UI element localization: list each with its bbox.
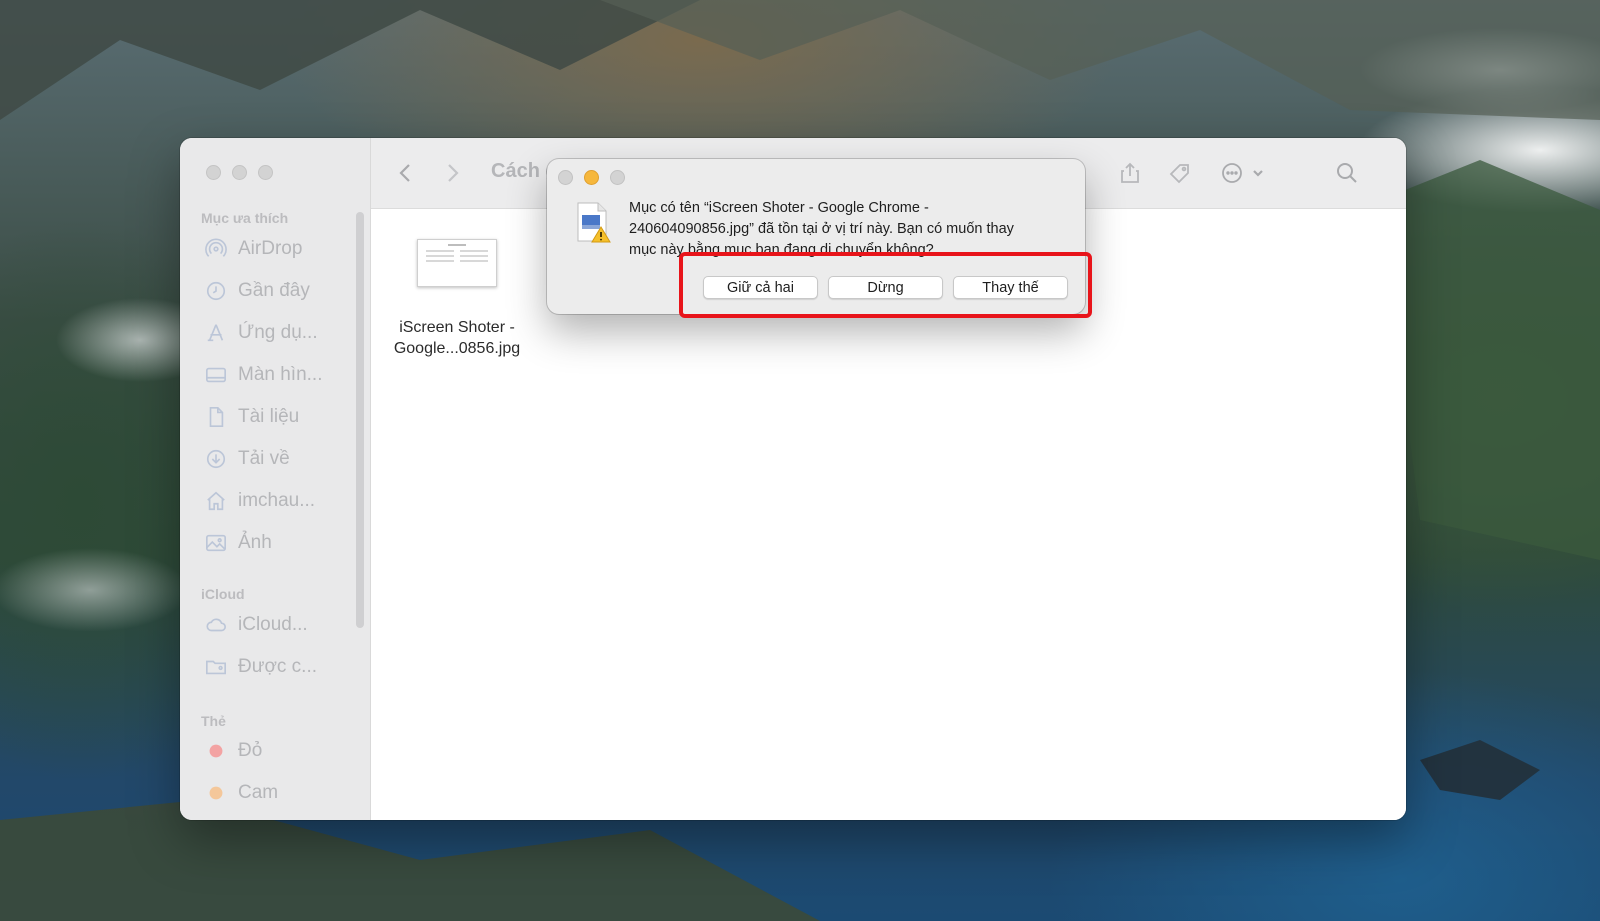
dialog-close-button[interactable]	[558, 170, 573, 185]
dialog-zoom-button[interactable]	[610, 170, 625, 185]
forward-button[interactable]	[437, 158, 467, 188]
sidebar-section-favorites: Mục ưa thích	[201, 210, 289, 226]
file-warning-icon	[577, 202, 611, 243]
shared-folder-icon	[204, 655, 228, 679]
sidebar-item-applications[interactable]: Ứng dụ...	[204, 318, 318, 348]
finder-sidebar: Mục ưa thích AirDrop Gần đây Ứng dụ... M…	[180, 138, 371, 820]
sidebar-item-label: Tải về	[238, 448, 290, 469]
sidebar-item-label: Màn hìn...	[238, 364, 323, 385]
sidebar-item-label: Ứng dụ...	[238, 322, 318, 343]
sidebar-item-label: Tài liệu	[238, 406, 300, 427]
sidebar-item-downloads[interactable]: Tải về	[204, 444, 290, 474]
sidebar-item-home[interactable]: imchau...	[204, 486, 315, 516]
share-icon	[1121, 162, 1139, 183]
file-item[interactable]: iScreen Shoter - Google...0856.jpg	[387, 239, 527, 359]
chevron-down-icon	[1253, 170, 1263, 177]
zoom-window-button[interactable]	[258, 165, 273, 180]
sidebar-item-label: Ảnh	[238, 532, 272, 553]
document-icon	[204, 405, 228, 429]
sidebar-item-label: Được c...	[238, 656, 318, 677]
cloud-icon	[204, 613, 228, 637]
ellipsis-circle-icon	[1222, 163, 1242, 183]
clock-icon	[204, 279, 228, 303]
chevron-right-icon	[448, 164, 459, 182]
tag-icon	[1169, 164, 1189, 184]
sidebar-item-label: imchau...	[238, 490, 316, 511]
sidebar-item-airdrop[interactable]: AirDrop	[204, 234, 302, 264]
sidebar-section-icloud: iCloud	[201, 586, 245, 602]
sidebar-section-tags: Thẻ	[201, 713, 226, 729]
home-icon	[204, 489, 228, 513]
sidebar-item-label: iCloud...	[238, 614, 308, 635]
photo-icon	[204, 531, 228, 555]
back-button[interactable]	[391, 158, 421, 188]
tag-dot-orange-icon	[204, 781, 228, 805]
more-actions-chevron[interactable]	[1243, 158, 1273, 188]
sidebar-item-label: Cam	[238, 782, 279, 803]
sidebar-item-label: Đỏ	[238, 740, 263, 761]
search-icon	[1337, 163, 1357, 183]
sidebar-item-documents[interactable]: Tài liệu	[204, 402, 299, 432]
desktop-icon	[204, 363, 228, 387]
download-icon	[204, 447, 228, 471]
sidebar-tag-red[interactable]: Đỏ	[204, 736, 262, 766]
minimize-window-button[interactable]	[232, 165, 247, 180]
dialog-message-line: Mục có tên “iScreen Shoter - Google Chro…	[629, 200, 929, 216]
close-window-button[interactable]	[206, 165, 221, 180]
search-button[interactable]	[1332, 158, 1362, 188]
sidebar-item-desktop[interactable]: Màn hìn...	[204, 360, 323, 390]
tag-button[interactable]	[1165, 158, 1195, 188]
applications-icon	[204, 321, 228, 345]
dialog-message-line: 240604090856.jpg” đã tồn tại ở vị trí nà…	[629, 221, 1014, 237]
file-thumbnail	[417, 239, 497, 287]
share-button[interactable]	[1115, 158, 1145, 188]
file-name: iScreen Shoter - Google...0856.jpg	[387, 317, 527, 359]
sidebar-scrollbar[interactable]	[356, 212, 364, 628]
sidebar-item-recents[interactable]: Gần đây	[204, 276, 310, 306]
chevron-left-icon	[399, 164, 410, 182]
sidebar-tag-orange[interactable]: Cam	[204, 778, 278, 808]
file-name-line: iScreen Shoter -	[399, 319, 515, 336]
sidebar-item-icloud-drive[interactable]: iCloud...	[204, 610, 308, 640]
sidebar-item-label: AirDrop	[238, 238, 303, 259]
tag-dot-red-icon	[204, 739, 228, 763]
dialog-minimize-button[interactable]	[584, 170, 599, 185]
airdrop-icon	[204, 237, 228, 261]
file-name-line: Google...0856.jpg	[393, 340, 521, 357]
sidebar-item-label: Gần đây	[238, 280, 310, 301]
annotation-highlight-box	[679, 252, 1092, 318]
sidebar-item-photos[interactable]: Ảnh	[204, 528, 272, 558]
sidebar-item-shared[interactable]: Được c...	[204, 652, 317, 682]
